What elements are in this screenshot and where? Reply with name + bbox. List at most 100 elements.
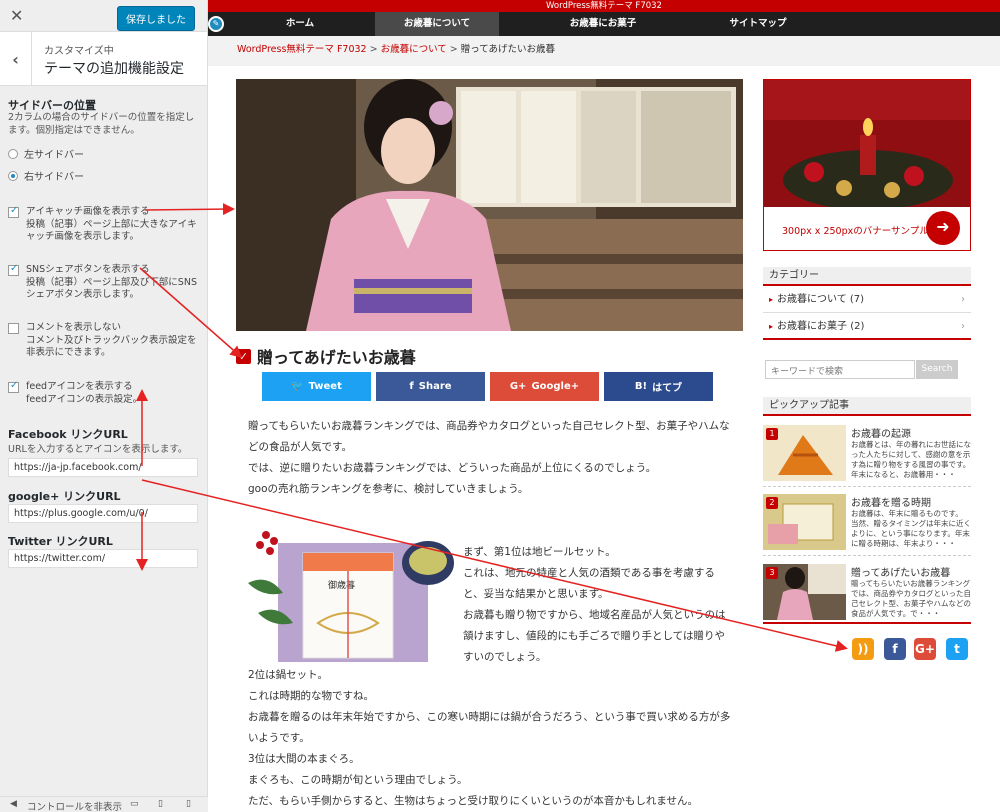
checkmark-icon: ✓ xyxy=(236,348,251,364)
sidebar-position-desc: 2カラムの場合のサイドバーの位置を指定します。個別指定はできません。 xyxy=(8,112,195,136)
twitter-icon[interactable]: t xyxy=(946,638,968,660)
radio-left-sidebar[interactable]: 左サイドバー xyxy=(8,146,84,161)
paragraph: これは時期的な物ですね。 xyxy=(248,690,374,702)
checkbox-desc: 投稿（記事）ページ上部に大きなアイキャッチ画像を表示します。 xyxy=(26,218,197,243)
paragraph: 3位は大間の本まぐろ。 xyxy=(248,753,360,765)
nav-item-about-oseibo[interactable]: お歳暮について xyxy=(375,12,499,36)
customizer-footer: ◀ コントロールを非表示 ▭ ▯ ▯ xyxy=(0,796,208,812)
pickup-title[interactable]: お歳暮を贈る時期 xyxy=(851,494,931,509)
breadcrumb-separator: > xyxy=(449,44,458,55)
back-chevron-icon[interactable]: ‹ xyxy=(0,32,32,86)
hide-controls-button[interactable]: コントロールを非表示 xyxy=(27,799,122,812)
category-item[interactable]: ▸ お歳暮にお菓子 (2) › xyxy=(763,314,971,340)
category-label: お歳暮にお菓子 (2) xyxy=(777,321,865,332)
post-intro: 贈ってもらいたいお歳暮ランキングでは、商品券やカタログといった自己セレクト型、お… xyxy=(248,416,734,500)
edit-pencil-icon[interactable]: ✎ xyxy=(208,16,224,32)
checkbox-hide-comments[interactable]: コメントを表示しない コメント及びトラックバック表示設定を非表示にできます。 xyxy=(8,322,200,360)
twitter-bird-icon: 🐦 xyxy=(291,381,304,392)
save-button[interactable]: 保存しました xyxy=(117,6,195,31)
checkbox-label: アイキャッチ画像を表示する xyxy=(26,206,150,217)
checkbox-checked-icon[interactable] xyxy=(8,205,19,218)
checkbox-checked-icon[interactable] xyxy=(8,380,19,393)
checkbox-desc: feedアイコンの表示設定。 xyxy=(26,393,143,405)
pickup-excerpt: お歳暮は、年末に贈るものです。 当然、贈るタイミングは年末に近くよりに、という事… xyxy=(851,509,971,548)
radio-circle-selected-icon xyxy=(8,170,18,181)
tablet-preview-icon[interactable]: ▯ xyxy=(158,799,163,809)
radio-circle-icon xyxy=(8,148,18,159)
tweet-button[interactable]: 🐦 Tweet xyxy=(262,372,371,401)
radio-label: 右サイドバー xyxy=(24,172,84,183)
checkbox-label: feedアイコンを表示する xyxy=(26,381,133,392)
site-preview: WordPress無料テーマ F7032 ✎ ホーム お歳暮について お歳暮にお… xyxy=(208,0,1000,812)
pickup-item[interactable]: 2 お歳暮を贈る時期 お歳暮は、年末に贈るものです。 当然、贈るタイミングは年末… xyxy=(763,494,971,556)
pickup-excerpt: お歳暮とは、年の暮れにお世話になった人たちに対して、感謝の意を示す為に贈り物をす… xyxy=(851,440,971,479)
pickup-item[interactable]: 3 贈ってあげたいお歳暮 贈ってもらいたいお歳暮ランキングでは、商品券やカタログ… xyxy=(763,564,971,624)
rank-badge: 1 xyxy=(766,428,778,440)
google-url-input[interactable]: https://plus.google.com/u/0/ xyxy=(8,504,198,523)
christmas-candle-image xyxy=(764,80,970,207)
rank-badge: 3 xyxy=(766,567,778,579)
post-title: 贈ってあげたいお歳暮 xyxy=(257,348,416,367)
checkbox-eyecatch[interactable]: アイキャッチ画像を表示する 投稿（記事）ページ上部に大きなアイキャッチ画像を表示… xyxy=(8,205,200,244)
google-plus-icon: G+ xyxy=(509,381,527,392)
post-continued-text: 2位は鍋セット。 これは時期的な物ですね。 お歳暮を贈るのは年末年始ですから、こ… xyxy=(248,665,738,812)
nav-item-sweets[interactable]: お歳暮にお菓子 xyxy=(533,12,673,36)
breadcrumb-home[interactable]: WordPress無料テーマ F7032 xyxy=(237,44,367,55)
chevron-right-icon: › xyxy=(961,294,965,305)
twitter-url-input[interactable]: https://twitter.com/ xyxy=(8,549,198,568)
bullet-icon: ▸ xyxy=(769,322,774,331)
pickup-excerpt: 贈ってもらいたいお歳暮ランキングでは、商品券やカタログといった自己セレクト型、お… xyxy=(851,579,971,618)
facebook-url-input[interactable]: https://ja-jp.facebook.com/ xyxy=(8,458,198,477)
checkbox-checked-icon[interactable] xyxy=(8,263,19,276)
hatena-bookmark-button[interactable]: B! はてブ xyxy=(604,372,713,401)
category-widget-title: カテゴリー xyxy=(763,267,971,286)
pickup-title[interactable]: 贈ってあげたいお歳暮 xyxy=(851,564,950,579)
eyecatch-image xyxy=(236,79,743,331)
desktop-preview-icon[interactable]: ▭ xyxy=(130,799,139,809)
facebook-f-icon: f xyxy=(409,381,414,392)
customizer-panel: ✕ 保存しました ‹ カスタマイズ中 テーマの追加機能設定 サイドバーの位置 2… xyxy=(0,0,208,812)
paragraph: 2位は鍋セット。 xyxy=(248,669,328,681)
share-label: Google+ xyxy=(531,381,580,392)
customizer-header: ‹ カスタマイズ中 テーマの追加機能設定 xyxy=(0,32,207,86)
paragraph: 贈ってもらいたいお歳暮ランキングでは、商品券やカタログといった自己セレクト型、お… xyxy=(248,420,730,453)
banner-ad[interactable]: 300px x 250pxのバナーサンプル ➜ xyxy=(763,79,971,251)
pickup-item[interactable]: 1 お歳暮の起源 お歳暮とは、年の暮れにお世話になった人たちに対して、感謝の意を… xyxy=(763,425,971,487)
google-url-title: google+ リンクURL xyxy=(8,490,121,503)
nav-item-sitemap[interactable]: サイトマップ xyxy=(688,12,828,36)
radio-right-sidebar[interactable]: 右サイドバー xyxy=(8,168,84,183)
site-title-bar[interactable]: WordPress無料テーマ F7032 xyxy=(208,0,1000,12)
checkbox-feed-icon[interactable]: feedアイコンを表示する feedアイコンの表示設定。 xyxy=(8,380,200,406)
rss-icon[interactable]: )) xyxy=(852,638,874,660)
chevron-right-icon: › xyxy=(961,321,965,332)
pickup-widget-title: ピックアップ記事 xyxy=(763,397,971,416)
gift-noshi-text: 御歳暮 xyxy=(328,579,355,591)
checkbox-sns-share[interactable]: SNSシェアボタンを表示する 投稿（記事）ページ上部及び下部にSNSシェアボタン… xyxy=(8,263,200,302)
rank-badge: 2 xyxy=(766,497,778,509)
breadcrumb-separator: > xyxy=(369,44,378,55)
pickup-title[interactable]: お歳暮の起源 xyxy=(851,425,911,440)
nav-item-home[interactable]: ホーム xyxy=(240,12,360,36)
close-icon[interactable]: ✕ xyxy=(10,6,23,25)
collapse-icon[interactable]: ◀ xyxy=(10,799,17,809)
facebook-icon[interactable]: f xyxy=(884,638,906,660)
search-input[interactable]: キーワードで検索 xyxy=(765,360,915,379)
breadcrumb-category[interactable]: お歳暮について xyxy=(381,44,447,55)
hatena-b-icon: B! xyxy=(634,381,648,392)
google-plus-share-button[interactable]: G+ Google+ xyxy=(490,372,599,401)
category-item[interactable]: ▸ お歳暮について (7) › xyxy=(763,287,971,313)
mobile-preview-icon[interactable]: ▯ xyxy=(186,799,191,809)
facebook-url-title: Facebook リンクURL xyxy=(8,428,128,441)
checkbox-unchecked-icon[interactable] xyxy=(8,323,19,334)
customizer-topbar: ✕ 保存しました xyxy=(0,0,207,32)
paragraph: では、逆に贈りたいお歳暮ランキングでは、どういった商品が上位にくるのでしょう。 xyxy=(248,462,657,474)
radio-label: 左サイドバー xyxy=(24,150,84,161)
paragraph: gooの売れ筋ランキングを参考に、検討していきましょう。 xyxy=(248,483,529,495)
arrow-right-icon[interactable]: ➜ xyxy=(926,211,960,245)
share-label: Tweet xyxy=(308,381,342,392)
paragraph: これは、地元の特産と人気の酒類である事を考慮すると、妥当な結果かと思います。 xyxy=(463,567,715,600)
category-label: お歳暮について (7) xyxy=(777,294,865,305)
facebook-share-button[interactable]: f Share xyxy=(376,372,485,401)
search-button[interactable]: Search xyxy=(916,360,958,379)
google-plus-icon[interactable]: G+ xyxy=(914,638,936,660)
